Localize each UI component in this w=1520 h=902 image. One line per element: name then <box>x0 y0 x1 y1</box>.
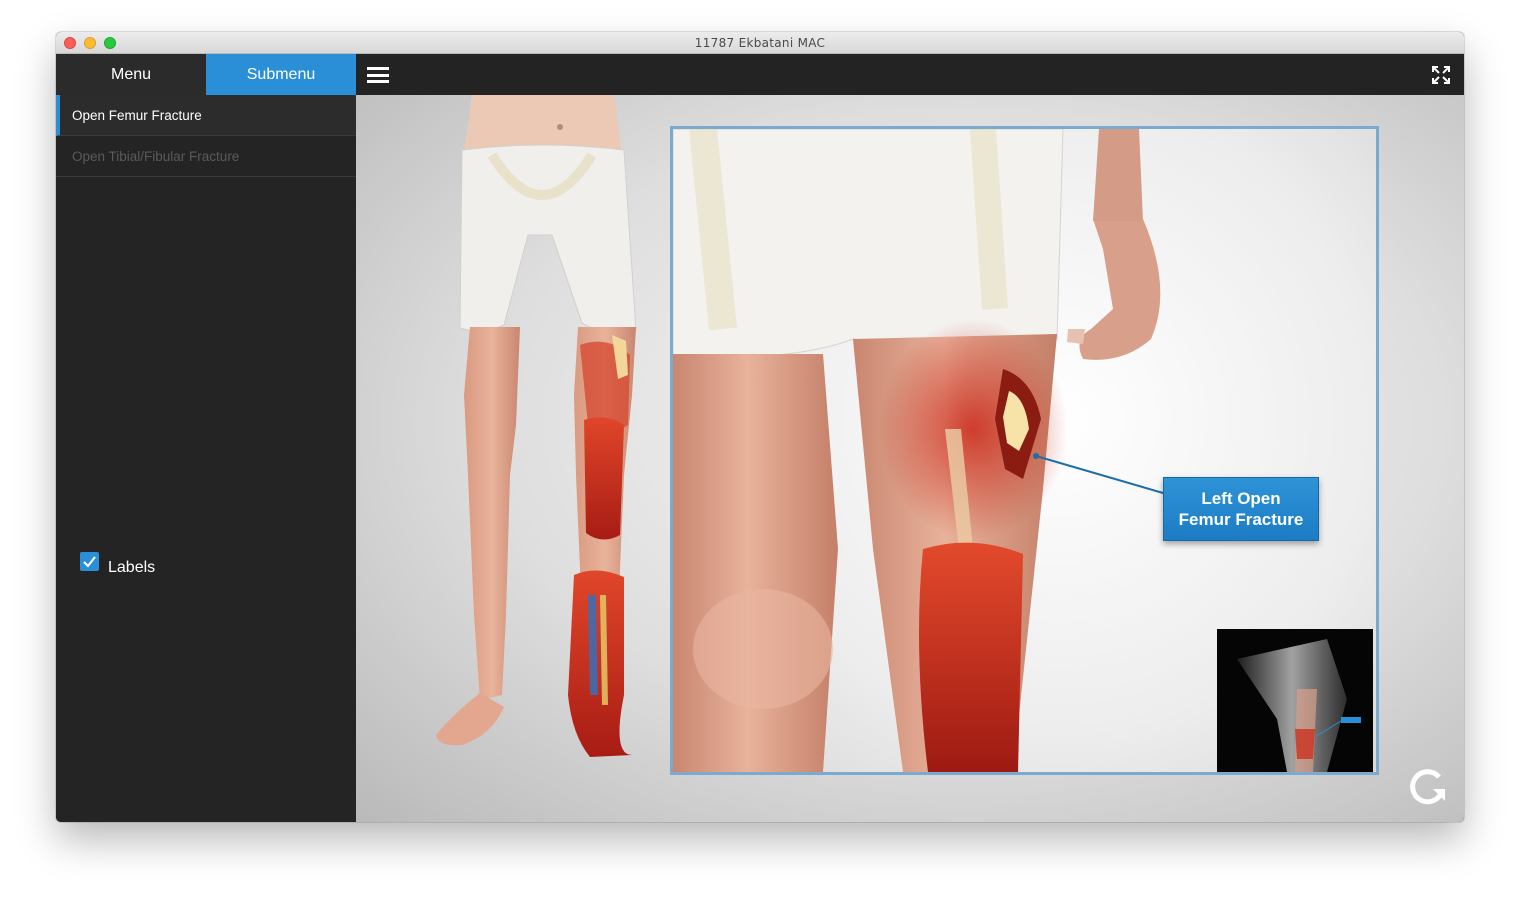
hamburger-icon[interactable] <box>367 67 389 83</box>
window-title: 11787 Ekbatani MAC <box>694 35 826 50</box>
refresh-icon[interactable] <box>1405 765 1449 809</box>
checkmark-icon <box>83 556 96 568</box>
tab-submenu[interactable]: Submenu <box>206 54 356 95</box>
sidebar-item-open-tibial-fibular-fracture[interactable]: Open Tibial/Fibular Fracture <box>56 136 356 177</box>
anatomy-label-callout[interactable]: Left Open Femur Fracture <box>1163 477 1319 541</box>
tab-menu[interactable]: Menu <box>56 54 206 95</box>
sidebar-item-label: Open Tibial/Fibular Fracture <box>72 148 240 164</box>
submenu-sidebar: Open Femur Fracture Open Tibial/Fibular … <box>56 95 356 822</box>
sidebar-item-label: Open Femur Fracture <box>72 107 202 123</box>
labels-toggle[interactable]: Labels <box>80 552 155 576</box>
minimize-window-button[interactable] <box>84 37 96 49</box>
callout-line-2: Femur Fracture <box>1178 510 1304 529</box>
full-leg-anatomy-image <box>436 95 637 757</box>
title-bar: 11787 Ekbatani MAC <box>56 32 1464 54</box>
zoom-window-button[interactable] <box>104 37 116 49</box>
sidebar-item-open-femur-fracture[interactable]: Open Femur Fracture <box>56 95 356 136</box>
top-toolbar: Menu Submenu <box>56 54 1464 95</box>
window-controls <box>64 37 116 49</box>
fullscreen-icon[interactable] <box>1432 66 1450 84</box>
app-window: 11787 Ekbatani MAC Menu Submenu Open Fem… <box>56 32 1464 822</box>
xray-thumbnail[interactable] <box>1217 629 1373 772</box>
callout-line-1: Left Open <box>1201 489 1281 508</box>
xray-image <box>1237 639 1361 772</box>
labels-checkbox[interactable] <box>80 552 99 571</box>
labels-checkbox-label: Labels <box>108 559 156 576</box>
close-window-button[interactable] <box>64 37 76 49</box>
anatomy-viewer[interactable]: Left Open Femur Fracture <box>356 95 1464 822</box>
